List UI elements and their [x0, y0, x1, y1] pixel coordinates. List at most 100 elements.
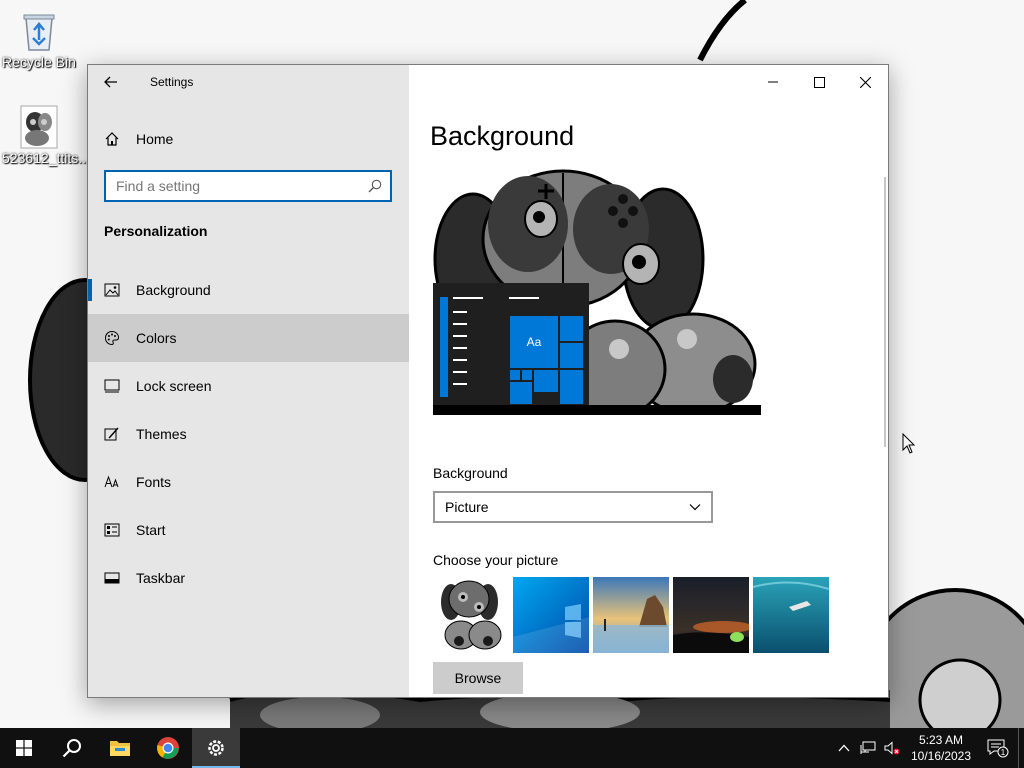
file-explorer-button[interactable]: [96, 728, 144, 768]
network-button[interactable]: [856, 728, 880, 768]
preview-menu-line: [453, 297, 483, 299]
thumbnail-night-sky[interactable]: [673, 577, 749, 653]
mouse-cursor-icon: [902, 433, 916, 454]
minimize-icon: [768, 81, 778, 83]
picture-icon: [88, 283, 136, 297]
preview-menu-line: [453, 347, 467, 349]
nav-item-lock-screen[interactable]: Lock screen: [88, 362, 409, 410]
preview-menu-line: [453, 359, 467, 361]
nav-item-start[interactable]: Start: [88, 506, 409, 554]
chevron-down-icon: [689, 504, 701, 511]
clock-time: 5:23 AM: [918, 733, 964, 747]
settings-icon: [208, 740, 224, 756]
settings-nav-pane: Settings Home Find a setting Personaliza…: [88, 65, 409, 697]
title-bar: Settings: [88, 65, 409, 99]
section-title: Personalization: [104, 223, 208, 239]
nav-home-label: Home: [136, 131, 174, 147]
chevron-up-icon: [838, 744, 850, 752]
caption-buttons: [750, 65, 888, 99]
minimize-button[interactable]: [750, 65, 796, 99]
search-icon: [62, 739, 81, 758]
preview-menu-line: [453, 311, 467, 313]
action-center-button[interactable]: 1: [978, 728, 1018, 768]
search-icon: [368, 179, 382, 193]
settings-taskbar-button[interactable]: [192, 728, 240, 768]
lock-screen-icon: [88, 379, 136, 393]
preview-tile: [559, 342, 584, 369]
volume-muted-icon: [884, 741, 900, 755]
clock[interactable]: 5:23 AM 10/16/2023: [904, 732, 978, 764]
volume-button[interactable]: [880, 728, 904, 768]
preview-menu-line: [453, 371, 467, 373]
network-icon: [860, 741, 876, 754]
preview-menu-line: [509, 297, 539, 299]
nav-item-taskbar[interactable]: Taskbar: [88, 554, 409, 602]
selection-indicator: [88, 279, 92, 301]
nav-home[interactable]: Home: [88, 121, 409, 157]
thumbnail-current-picture[interactable]: [433, 577, 509, 653]
preview-menu-line: [453, 335, 467, 337]
preview-tile: [509, 381, 533, 405]
nav-item-label: Themes: [136, 426, 187, 442]
taskbar: 5:23 AM 10/16/2023 1: [0, 728, 1024, 768]
maximize-button[interactable]: [796, 65, 842, 99]
palette-icon: [88, 330, 136, 346]
thumbnail-underwater[interactable]: [753, 577, 829, 653]
desktop-icon-label: 523612_ttits...: [2, 150, 90, 166]
nav-item-label: Start: [136, 522, 166, 538]
back-button[interactable]: [88, 65, 134, 99]
start-icon: [88, 523, 136, 537]
chrome-button[interactable]: [144, 728, 192, 768]
browse-button[interactable]: Browse: [433, 662, 523, 694]
preview-taskbar: [433, 405, 761, 415]
windows-logo-icon: [16, 740, 32, 756]
preview-tile-aa: Aa: [509, 315, 559, 369]
nav-item-fonts[interactable]: Fonts: [88, 458, 409, 506]
background-type-label: Background: [433, 465, 508, 481]
preview-start-menu: Aa: [433, 283, 589, 405]
desktop-icon-recycle-bin[interactable]: Recycle Bin: [2, 8, 76, 69]
file-explorer-icon: [110, 741, 130, 756]
nav-item-label: Fonts: [136, 474, 172, 490]
close-icon: [859, 76, 871, 88]
taskbar-search-button[interactable]: [48, 728, 96, 768]
settings-window: Settings Home Find a setting Personaliza…: [87, 64, 889, 698]
preview-menu-line: [453, 323, 467, 325]
settings-content-pane: Background Aa Background Picture Choose …: [409, 65, 888, 697]
preview-tile: [509, 369, 521, 381]
nav-item-background[interactable]: Background: [88, 266, 409, 314]
nav-item-label: Lock screen: [136, 378, 212, 394]
themes-icon: [88, 426, 136, 442]
notification-icon: 1: [987, 739, 1009, 758]
show-desktop-button[interactable]: [1018, 728, 1024, 768]
search-placeholder: Find a setting: [116, 178, 201, 194]
nav-item-label: Background: [136, 282, 211, 298]
content-scrollbar[interactable]: [884, 177, 886, 447]
background-type-dropdown[interactable]: Picture: [433, 491, 713, 523]
close-button[interactable]: [842, 65, 888, 99]
thumbnail-beach-rocks[interactable]: [593, 577, 669, 653]
nav-list: Background Colors Lock screen Themes Fon…: [88, 266, 409, 602]
thumbnail-windows-blue[interactable]: [513, 577, 589, 653]
start-button[interactable]: [0, 728, 48, 768]
maximize-icon: [813, 76, 825, 88]
image-file-icon: [17, 104, 61, 150]
window-title: Settings: [150, 75, 194, 89]
nav-item-colors[interactable]: Colors: [88, 314, 409, 362]
system-tray: 5:23 AM 10/16/2023 1: [832, 728, 1024, 768]
notification-count: 1: [1001, 748, 1006, 757]
nav-item-label: Colors: [136, 330, 177, 346]
preview-tiles: Aa: [509, 315, 585, 405]
nav-item-label: Taskbar: [136, 570, 186, 586]
preview-tile: [533, 369, 559, 393]
search-input[interactable]: Find a setting: [104, 170, 392, 202]
chrome-icon: [157, 737, 179, 759]
taskbar-icon: [88, 572, 136, 584]
show-hidden-icons-button[interactable]: [832, 728, 856, 768]
nav-item-themes[interactable]: Themes: [88, 410, 409, 458]
dropdown-value: Picture: [445, 499, 489, 515]
clock-date: 10/16/2023: [910, 749, 972, 763]
preview-menu-line: [453, 383, 467, 385]
background-preview: Aa: [433, 169, 761, 415]
desktop-icon-image-file[interactable]: 523612_ttits...: [2, 104, 90, 165]
